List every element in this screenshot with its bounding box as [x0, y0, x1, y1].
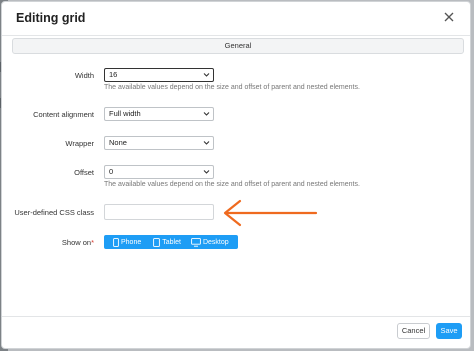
device-label-phone: Phone: [121, 238, 142, 246]
show-on-label-text: Show on: [61, 238, 92, 247]
dialog-footer: Cancel Save: [2, 316, 470, 348]
offset-value: 0: [109, 167, 114, 176]
offset-label: Offset: [74, 168, 94, 177]
offset-help-text: The available values depend on the size …: [104, 181, 360, 188]
editing-grid-dialog: Editing grid General Width 16 The availa…: [1, 1, 471, 349]
css-class-input[interactable]: [104, 204, 214, 220]
chevron-down-icon: [203, 141, 210, 145]
wrapper-select[interactable]: None: [104, 136, 214, 150]
content-alignment-label: Content alignment: [33, 110, 94, 119]
wrapper-label: Wrapper: [65, 139, 94, 148]
device-toggle-desktop[interactable]: Desktop: [188, 235, 232, 249]
css-class-label: User-defined CSS class: [14, 208, 94, 217]
show-on-device-group: Phone Tablet Desktop: [104, 235, 238, 249]
tab-general[interactable]: General: [12, 38, 464, 54]
offset-select[interactable]: 0: [104, 165, 214, 179]
dialog-title: Editing grid: [16, 11, 86, 25]
device-label-desktop: Desktop: [202, 238, 229, 246]
show-on-label: Show on*: [4, 238, 94, 247]
width-label: Width: [74, 71, 94, 80]
phone-icon: [113, 237, 119, 247]
annotation-arrow-icon: [223, 199, 318, 227]
device-toggle-phone[interactable]: Phone: [110, 235, 144, 249]
required-mark: *: [91, 238, 94, 247]
chevron-down-icon: [203, 112, 210, 116]
content-alignment-select[interactable]: Full width: [104, 107, 214, 121]
device-label-tablet: Tablet: [162, 238, 181, 246]
cancel-button[interactable]: Cancel: [397, 323, 430, 339]
save-button[interactable]: Save: [436, 323, 462, 339]
width-help-text: The available values depend on the size …: [104, 84, 360, 91]
tablet-icon: [153, 237, 161, 247]
content-alignment-value: Full width: [109, 109, 141, 118]
device-toggle-tablet[interactable]: Tablet: [150, 235, 184, 249]
width-select-value: 16: [109, 70, 118, 79]
chevron-down-icon: [203, 73, 210, 77]
width-select[interactable]: 16: [104, 68, 214, 82]
wrapper-value: None: [109, 138, 127, 147]
chevron-down-icon: [203, 170, 210, 174]
desktop-icon: [191, 237, 201, 247]
close-icon[interactable]: [442, 10, 456, 24]
dialog-header: Editing grid: [2, 2, 470, 36]
